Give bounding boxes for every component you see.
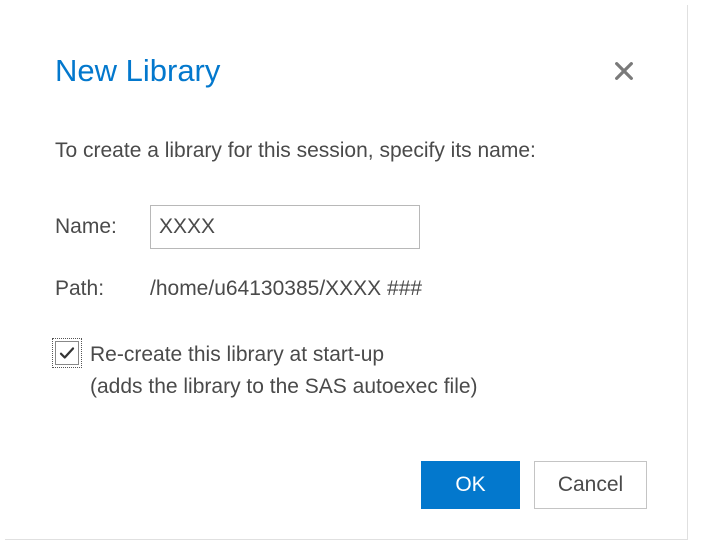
dialog-title: New Library — [55, 53, 220, 89]
cancel-button[interactable]: Cancel — [534, 461, 647, 509]
name-row: Name: — [55, 205, 637, 249]
name-label: Name: — [55, 215, 150, 239]
recreate-checkbox[interactable] — [55, 341, 79, 365]
checkbox-text-line2: (adds the library to the SAS autoexec fi… — [90, 375, 478, 398]
name-input[interactable] — [150, 205, 420, 249]
dialog-description: To create a library for this session, sp… — [55, 139, 637, 163]
path-label: Path: — [55, 277, 150, 301]
recreate-checkbox-row: Re-create this library at start-up (adds… — [55, 339, 637, 402]
new-library-dialog: New Library To create a library for this… — [5, 5, 688, 540]
button-bar: OK Cancel — [421, 461, 647, 509]
path-row: Path: /home/u64130385/XXXX ### — [55, 277, 637, 301]
recreate-checkbox-label: Re-create this library at start-up (adds… — [90, 339, 478, 402]
close-button[interactable] — [611, 58, 637, 84]
checkbox-text-line1: Re-create this library at start-up — [90, 343, 384, 366]
ok-button[interactable]: OK — [421, 461, 520, 509]
close-icon — [613, 60, 635, 82]
checkmark-icon — [58, 344, 76, 362]
dialog-header: New Library — [55, 53, 637, 89]
path-value: /home/u64130385/XXXX ### — [150, 277, 422, 301]
